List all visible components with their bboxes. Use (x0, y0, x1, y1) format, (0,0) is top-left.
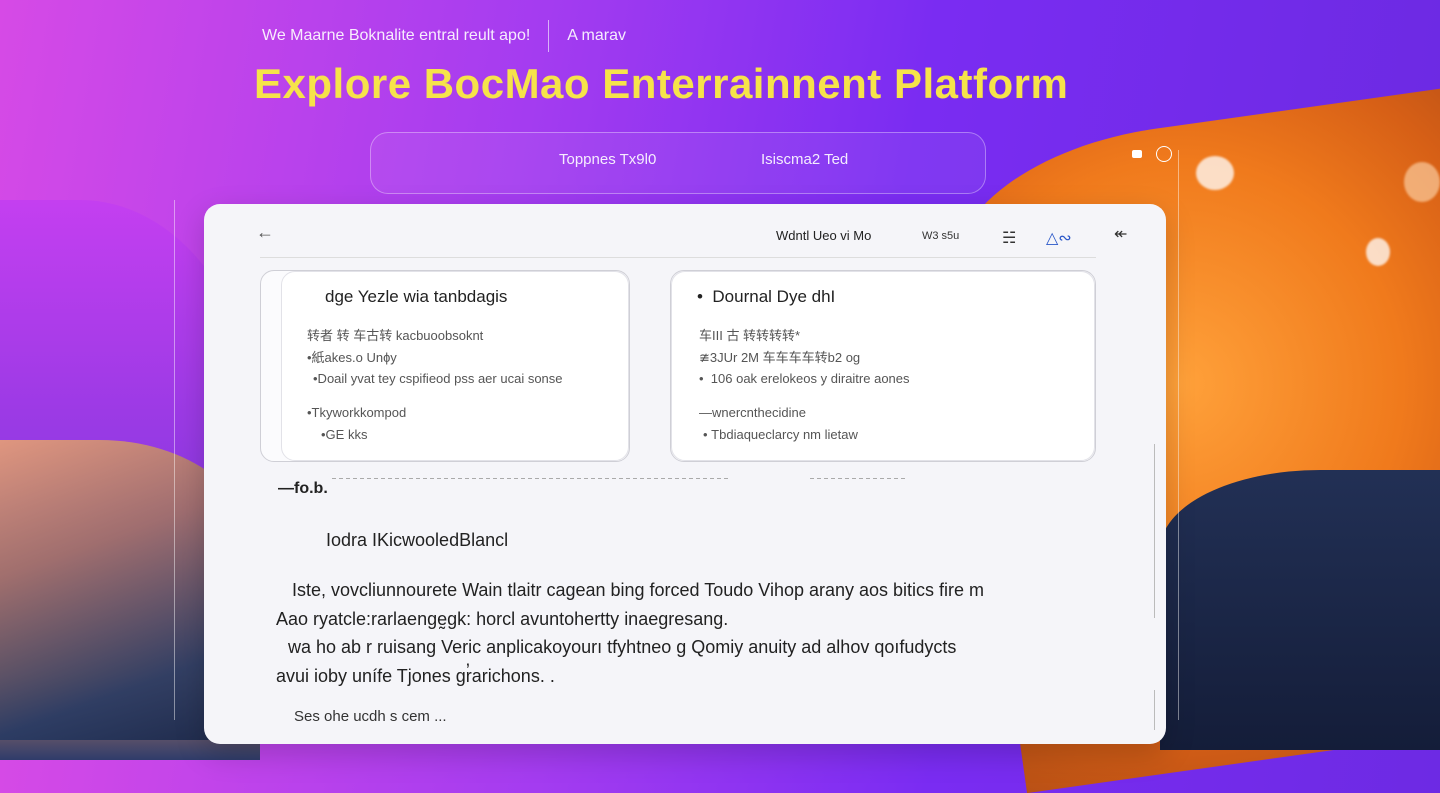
panel-line: •紙akes.o Unɸy (307, 350, 397, 365)
content-card: ← Wdntl Ueo vi Mo W3 s5u ☵ △∾ ↞ dge Yezl… (204, 204, 1166, 744)
info-panel-left[interactable]: dge Yezle wia tanbdagis 转者 转 车古转 kacbuoo… (260, 270, 630, 462)
header-divider (260, 257, 1096, 258)
section-title: Iodra IKicwooledBlancl (326, 530, 509, 550)
section-marker: —fo.b. (278, 480, 328, 497)
panel-line-text: 106 oak erelokeos y diraitre aones (710, 371, 910, 386)
arrow-left-icon[interactable]: ← (256, 222, 274, 243)
panel-line: —wnercnthecidine (699, 405, 806, 420)
info-panel-right[interactable]: • Dournal Dye dhI 车III 古 转转转转* ≇3JUr 2M … (670, 270, 1096, 462)
decor-line (174, 200, 175, 720)
panel-line: • Tbdiaqueclarcy nm lietaw (703, 427, 858, 442)
panel-title-text: Dournal Dye dhI (712, 287, 836, 306)
paragraph-line: Aao ryatcle:rarlaengḛgk: horcl avuntohe… (276, 608, 729, 629)
share-icon[interactable]: △∾ (1046, 228, 1072, 248)
panel-line-text: Tbdiaqueclarcy nm lietaw (711, 427, 858, 442)
panel-line: •Tkyworkkompod (307, 405, 407, 420)
header-tag: W3 s5u (922, 230, 960, 242)
page-title: Explore BocMao Enterrainnent Platform (254, 60, 1069, 107)
scrollbar-track[interactable] (1154, 444, 1155, 618)
panel-line: • 106 oak erelokeos y diraitre aones (699, 371, 910, 386)
panel-line: •Doail yvat tey cspifieod pss aer ucai s… (313, 371, 563, 386)
top-bar-link[interactable]: A marav (567, 27, 626, 45)
decor-bubble (1404, 162, 1440, 202)
scrollbar-track[interactable] (1154, 690, 1155, 730)
panel-line: •GE kks (321, 427, 368, 442)
top-bar-separator (548, 20, 550, 52)
background-right-dark (1160, 470, 1440, 750)
collapse-icon[interactable]: ↞ (1114, 224, 1127, 244)
header-right-icons (1132, 146, 1172, 162)
body-paragraph: Iste, vovcliunnourete Wain tlaitr cagean… (276, 576, 1076, 690)
more-text: Ses ohe ucdh s cem ... (294, 708, 447, 725)
top-bar-text: We Maarne Boknalite entral reult apo! (262, 27, 531, 44)
sub-navigation: Toppnes Tx9l0 Isiscma2 Ted (370, 132, 986, 194)
paragraph-line: Iste, vovcliunnourete Wain tlaitr cagean… (292, 580, 985, 600)
window-icon[interactable] (1132, 150, 1142, 158)
panel-line: 车III 古 转转转转* (699, 328, 801, 343)
decor-line (1178, 150, 1179, 720)
header-meta: Wdntl Ueo vi Mo (776, 228, 872, 243)
dashed-divider (332, 478, 728, 479)
bookmark-icon[interactable]: ☵ (1002, 228, 1016, 248)
circle-icon[interactable] (1156, 146, 1172, 162)
panel-title: dge Yezle wia tanbdagis (325, 287, 508, 306)
dashed-divider (810, 478, 906, 479)
decor-bubble (1196, 156, 1234, 190)
decor-bubble (1366, 238, 1390, 266)
top-bar: We Maarne Boknalite entral reult apo! A … (262, 20, 626, 52)
subnav-item-1[interactable]: Toppnes Tx9l0 (559, 151, 656, 168)
card-header: ← Wdntl Ueo vi Mo W3 s5u ☵ △∾ ↞ (204, 204, 1166, 260)
panel-line: ≇3JUr 2M 车车车车转b2 og (699, 350, 861, 365)
panel-title: • Dournal Dye dhI (697, 287, 836, 306)
paragraph-line: wa ho ab r ruisang Veric anplicakoyourı … (288, 637, 957, 657)
panel-line: 转者 转 车古转 kacbuoobsoknt (307, 328, 484, 343)
paragraph-line: avui ioby unífe Tjones gr̓arichons. . (276, 665, 555, 686)
subnav-item-2[interactable]: Isiscma2 Ted (761, 151, 848, 168)
